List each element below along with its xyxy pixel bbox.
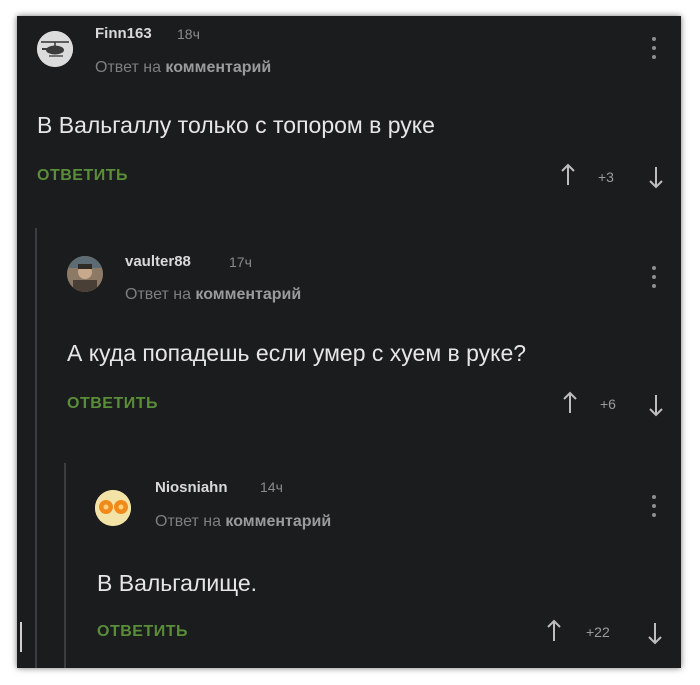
reply-to-link[interactable]: Ответ на комментарий: [125, 286, 301, 304]
username[interactable]: Niosniahn: [155, 479, 228, 496]
avatar[interactable]: [37, 31, 73, 67]
reply-to-target[interactable]: комментарий: [195, 286, 301, 303]
reply-button[interactable]: ОТВЕТИТЬ: [37, 167, 128, 185]
thread-line[interactable]: [35, 228, 37, 668]
orange-face-icon: [95, 490, 131, 526]
comment-text: В Вальгаллу только с топором в руке: [37, 112, 435, 138]
reply-to-target[interactable]: комментарий: [225, 513, 331, 530]
score: +22: [586, 624, 610, 640]
timestamp: 17ч: [229, 254, 252, 270]
comment-finn163: Finn163 18ч Ответ на комментарий В Вальг…: [17, 16, 681, 216]
timestamp: 14ч: [260, 479, 283, 495]
upvote-icon[interactable]: [560, 163, 576, 187]
upvote-icon[interactable]: [562, 391, 578, 415]
comments-panel: Finn163 18ч Ответ на комментарий В Вальг…: [17, 16, 681, 668]
avatar[interactable]: [95, 490, 131, 526]
comment-text: В Вальгалище.: [97, 570, 258, 596]
thread-line[interactable]: [64, 463, 66, 668]
avatar[interactable]: [67, 256, 103, 292]
score: +3: [598, 169, 614, 185]
more-options-icon[interactable]: [647, 34, 661, 62]
reply-to-link[interactable]: Ответ на комментарий: [155, 513, 331, 531]
helicopter-icon: [37, 31, 73, 67]
score: +6: [600, 396, 616, 412]
reply-button[interactable]: ОТВЕТИТЬ: [67, 395, 158, 413]
person-photo-icon: [67, 256, 103, 292]
comment-vaulter88: vaulter88 17ч Ответ на комментарий А куд…: [47, 236, 681, 456]
reply-to-prefix: Ответ на: [155, 513, 221, 530]
upvote-icon[interactable]: [546, 619, 562, 643]
comment-niosniahn: Niosniahn 14ч Ответ на комментарий В Вал…: [77, 464, 681, 668]
username[interactable]: vaulter88: [125, 253, 191, 270]
more-options-icon[interactable]: [647, 263, 661, 291]
downvote-icon[interactable]: [648, 393, 664, 417]
more-options-icon[interactable]: [647, 492, 661, 520]
reply-button[interactable]: ОТВЕТИТЬ: [97, 623, 188, 641]
username[interactable]: Finn163: [95, 25, 152, 42]
reply-to-target[interactable]: комментарий: [165, 59, 271, 76]
reply-to-prefix: Ответ на: [95, 59, 161, 76]
reply-to-link[interactable]: Ответ на комментарий: [95, 59, 271, 77]
edge-mark: [20, 622, 22, 652]
downvote-icon[interactable]: [648, 165, 664, 189]
timestamp: 18ч: [177, 26, 200, 42]
comment-text: А куда попадешь если умер с хуем в руке?: [67, 340, 527, 366]
reply-to-prefix: Ответ на: [125, 286, 191, 303]
downvote-icon[interactable]: [647, 621, 663, 645]
